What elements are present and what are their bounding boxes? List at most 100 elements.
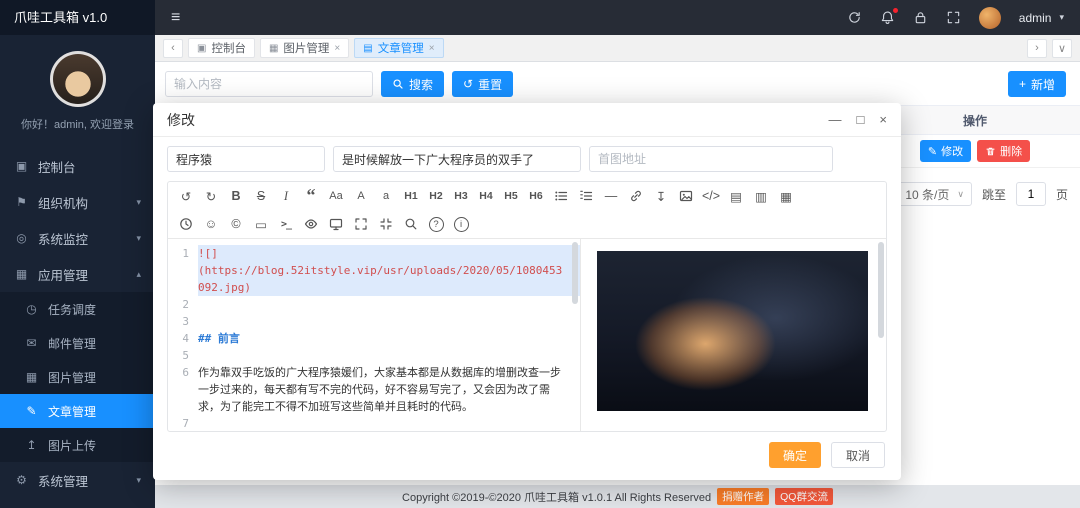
code-icon[interactable]: </>	[699, 185, 723, 207]
reset-button[interactable]: ↺ 重置	[452, 71, 513, 97]
help-icon[interactable]: ?	[424, 213, 448, 235]
list-ol-icon[interactable]	[574, 185, 598, 207]
sidebar-item-image-management[interactable]: ▦ 图片管理	[0, 360, 155, 394]
source-scrollbar[interactable]	[572, 242, 578, 428]
image-icon[interactable]	[674, 185, 698, 207]
maximize-icon[interactable]: □	[857, 113, 865, 126]
refresh-icon[interactable]	[847, 10, 862, 25]
download-icon[interactable]: ↧	[649, 185, 673, 207]
tabs-menu-button[interactable]: ∨	[1052, 39, 1072, 58]
close-icon[interactable]: ×	[334, 43, 340, 54]
search-button[interactable]: 搜索	[381, 71, 444, 97]
italic-icon[interactable]: I	[274, 185, 298, 207]
code-block-icon[interactable]: ▤	[724, 185, 748, 207]
uppercase-icon[interactable]: A	[349, 185, 373, 207]
desktop-icon[interactable]	[324, 213, 348, 235]
bold-icon[interactable]: B	[224, 185, 248, 207]
font-size-icon[interactable]: Aa	[324, 185, 348, 207]
datetime-icon[interactable]	[174, 213, 198, 235]
hr-icon[interactable]: —	[599, 185, 623, 207]
undo-icon[interactable]: ↺	[174, 185, 198, 207]
copyright-icon[interactable]: ©	[224, 213, 248, 235]
page-number-input[interactable]	[1016, 182, 1046, 206]
tabs-scroll-left-button[interactable]: ‹	[163, 39, 183, 58]
info-icon[interactable]: i	[449, 213, 473, 235]
close-icon[interactable]: ×	[429, 43, 435, 54]
strikethrough-icon[interactable]: S	[249, 185, 273, 207]
terminal-icon[interactable]: >_	[274, 213, 298, 235]
username[interactable]: admin	[1019, 11, 1052, 25]
lowercase-icon[interactable]: a	[374, 185, 398, 207]
emoji-icon[interactable]: ☺	[199, 213, 223, 235]
scrollbar-thumb[interactable]	[878, 242, 884, 338]
cover-url-field[interactable]	[589, 146, 833, 172]
preview-scrollbar[interactable]	[878, 242, 884, 428]
page-size-value: 10 条/页	[905, 186, 949, 203]
editor-line-5[interactable]: 5	[168, 347, 580, 364]
user-menu-caret-icon[interactable]: ▾	[1059, 12, 1064, 23]
editor-line-2[interactable]: 2	[168, 296, 580, 313]
dialog-header[interactable]: 修改 — □ ×	[153, 103, 901, 137]
link-icon[interactable]	[624, 185, 648, 207]
editor-line-3[interactable]: 3	[168, 313, 580, 330]
markdown-source-pane[interactable]: 1![] (https://blog.52itstyle.vip/usr/upl…	[168, 239, 580, 431]
sidebar-item-console[interactable]: ▣ 控制台	[0, 148, 155, 184]
topbar-avatar[interactable]	[979, 7, 1001, 29]
sidebar-item-monitoring[interactable]: ◎ 系统监控 ▾	[0, 220, 155, 256]
qq-group-badge[interactable]: QQ群交流	[775, 488, 833, 505]
tab-article-management[interactable]: ▤ 文章管理 ×	[354, 38, 443, 58]
h3-icon[interactable]: H3	[449, 185, 473, 207]
editor-line-4[interactable]: 4## 前言	[168, 330, 580, 347]
lock-icon[interactable]	[913, 10, 928, 25]
add-button[interactable]: + 新增	[1008, 71, 1066, 97]
h1-icon[interactable]: H1	[399, 185, 423, 207]
sidebar-item-system-management[interactable]: ⚙ 系统管理 ▾	[0, 462, 155, 498]
table-icon[interactable]: ▦	[774, 185, 798, 207]
bell-icon[interactable]	[880, 10, 895, 25]
shrink-icon[interactable]	[374, 213, 398, 235]
editor-line-1[interactable]: 1![] (https://blog.52itstyle.vip/usr/upl…	[168, 245, 580, 296]
h4-icon[interactable]: H4	[474, 185, 498, 207]
markdown-preview-pane[interactable]: 前言	[580, 239, 886, 431]
close-icon[interactable]: ×	[879, 113, 887, 126]
page-size-select[interactable]: 10 条/页 ∨	[897, 182, 972, 206]
donate-badge[interactable]: 捐赠作者	[717, 488, 769, 505]
confirm-button[interactable]: 确定	[769, 442, 821, 468]
quote-icon[interactable]: “	[299, 185, 323, 207]
h5-icon[interactable]: H5	[499, 185, 523, 207]
tab-console[interactable]: ▣ 控制台	[188, 38, 255, 58]
user-avatar[interactable]	[50, 51, 106, 107]
scrollbar-thumb[interactable]	[572, 242, 578, 304]
sidebar-item-image-upload[interactable]: ↥ 图片上传	[0, 428, 155, 462]
cancel-button[interactable]: 取消	[831, 442, 885, 468]
page-icon[interactable]: ▥	[749, 185, 773, 207]
search-input[interactable]	[165, 71, 373, 97]
sidebar-item-applications[interactable]: ▦ 应用管理 ▴	[0, 256, 155, 292]
fullscreen-icon[interactable]	[349, 213, 373, 235]
dialog-window-controls: — □ ×	[829, 113, 887, 126]
author-field[interactable]	[167, 146, 325, 172]
redo-icon[interactable]: ↻	[199, 185, 223, 207]
sidebar-item-mail-management[interactable]: ✉ 邮件管理	[0, 326, 155, 360]
article-title-field[interactable]	[333, 146, 581, 172]
minimize-icon[interactable]: —	[829, 113, 842, 126]
preview-icon[interactable]	[299, 213, 323, 235]
sidebar-item-task-scheduling[interactable]: ◷ 任务调度	[0, 292, 155, 326]
fullscreen-icon[interactable]	[946, 10, 961, 25]
h6-icon[interactable]: H6	[524, 185, 548, 207]
sidebar-item-organization[interactable]: ⚑ 组织机构 ▾	[0, 184, 155, 220]
tabs-scroll-right-button[interactable]: ›	[1027, 39, 1047, 58]
editor-line-7[interactable]: 7	[168, 415, 580, 431]
editor-line-6[interactable]: 6作为靠双手吃饭的广大程序猿媛们，大家基本都是从数据库的增删改查一步一步过来的，…	[168, 364, 580, 415]
tab-image-management[interactable]: ▦ 图片管理 ×	[260, 38, 349, 58]
list-ul-icon[interactable]	[549, 185, 573, 207]
sidebar-item-label: 系统监控	[38, 229, 88, 248]
menu-toggle-icon[interactable]: ≡	[171, 9, 180, 27]
sidebar-item-article-management[interactable]: ✎ 文章管理	[0, 394, 155, 428]
edit-row-button[interactable]: ✎ 修改	[920, 140, 971, 162]
delete-row-button[interactable]: 删除	[977, 140, 1030, 162]
console-tab-icon: ▣	[197, 43, 206, 54]
media-icon[interactable]: ▭	[249, 213, 273, 235]
h2-icon[interactable]: H2	[424, 185, 448, 207]
search-icon[interactable]	[399, 213, 423, 235]
